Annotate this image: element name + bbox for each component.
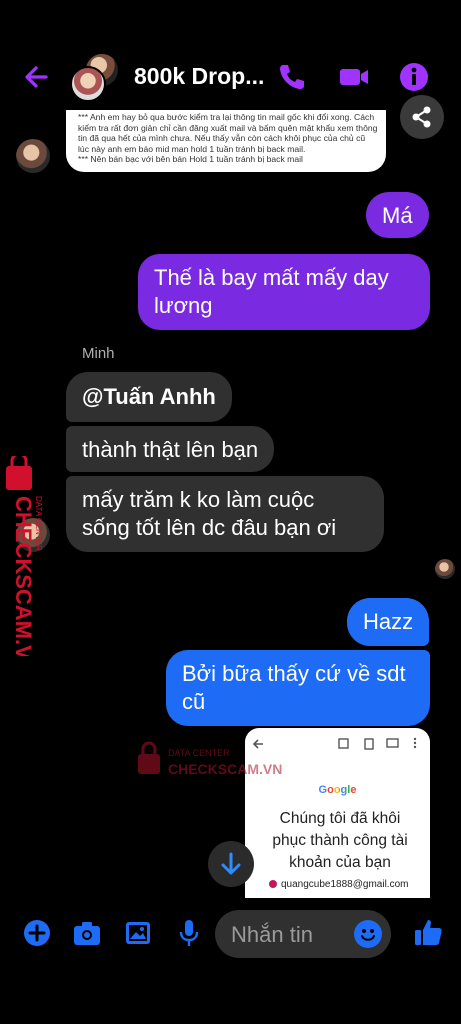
video-camera-icon[interactable]: [337, 60, 371, 94]
received-message[interactable]: @Tuấn Anhh: [66, 372, 232, 422]
account-dot-icon: [269, 880, 277, 888]
arrow-down-icon: [221, 852, 241, 875]
camera-icon[interactable]: [72, 918, 102, 948]
sent-message[interactable]: Bởi bữa thấy cứ về sdt cũ: [166, 650, 430, 726]
conversation-title[interactable]: 800k Drop...: [134, 63, 264, 90]
message-text: Hazz: [363, 609, 414, 634]
message-list[interactable]: *** Anh em hay bỏ qua bước kiểm tra lại …: [0, 0, 461, 1024]
info-icon[interactable]: [397, 60, 431, 94]
phone-icon[interactable]: [275, 60, 309, 94]
watermark-side-big: CHECKSCAM.VN: [11, 496, 36, 656]
chat-header: 800k Drop...: [0, 0, 461, 110]
google-logo: Google: [318, 784, 357, 796]
watermark-big: CHECKSCAM.VN: [168, 761, 282, 777]
share-icon: [412, 106, 431, 128]
watermark-small: DATA CENTER: [168, 748, 230, 758]
microphone-icon[interactable]: [174, 918, 204, 948]
received-message[interactable]: thành thật lên bạn: [66, 426, 275, 472]
message-input[interactable]: Nhắn tin: [215, 910, 391, 958]
message-text: Thế là bay mất mấy day lương: [154, 265, 389, 318]
group-avatar[interactable]: [70, 52, 120, 102]
watermark-center: DATA CENTER CHECKSCAM.VN: [136, 740, 296, 780]
email-row: quangcube1888@gmail.com: [269, 879, 408, 890]
message-input-placeholder: Nhắn tin: [231, 922, 313, 947]
shared-post-text: *** Anh em hay bỏ qua bước kiểm tra lại …: [78, 112, 378, 164]
watermark-side: CHECKSCAM.VN DATA CENTER: [4, 452, 52, 676]
message-text: @Tuấn Anhh: [82, 384, 216, 409]
avatar[interactable]: [16, 139, 50, 173]
emoji-icon[interactable]: [354, 920, 382, 948]
arrow-left-icon[interactable]: [20, 60, 54, 94]
scroll-to-bottom-button[interactable]: [208, 841, 254, 887]
plus-icon[interactable]: [22, 918, 52, 948]
shared-post-preview[interactable]: *** Anh em hay bỏ qua bước kiểm tra lại …: [66, 110, 386, 172]
received-message[interactable]: mấy trăm k ko làm cuộc sống tốt lên dc đ…: [66, 476, 384, 552]
message-text: thành thật lên bạn: [82, 437, 259, 462]
sent-message[interactable]: Má: [366, 192, 429, 238]
watermark-side-small: DATA CENTER: [34, 496, 43, 551]
message-text: Má: [382, 203, 413, 228]
seen-avatar: [435, 559, 455, 579]
sent-message[interactable]: Hazz: [347, 598, 430, 646]
message-text: mấy trăm k ko làm cuộc sống tốt lên dc đ…: [82, 487, 337, 540]
message-text: Bởi bữa thấy cứ về sdt cũ: [182, 661, 406, 714]
sender-name: Minh: [82, 345, 115, 362]
sent-message[interactable]: Thế là bay mất mấy day lương: [138, 254, 430, 330]
thumbs-up-icon[interactable]: [412, 916, 444, 948]
avatar: [70, 66, 106, 102]
share-button[interactable]: [400, 95, 444, 139]
recovery-message: Chúng tôi đã khôi phục thành công tài kh…: [272, 810, 408, 871]
image-icon[interactable]: [123, 918, 153, 948]
